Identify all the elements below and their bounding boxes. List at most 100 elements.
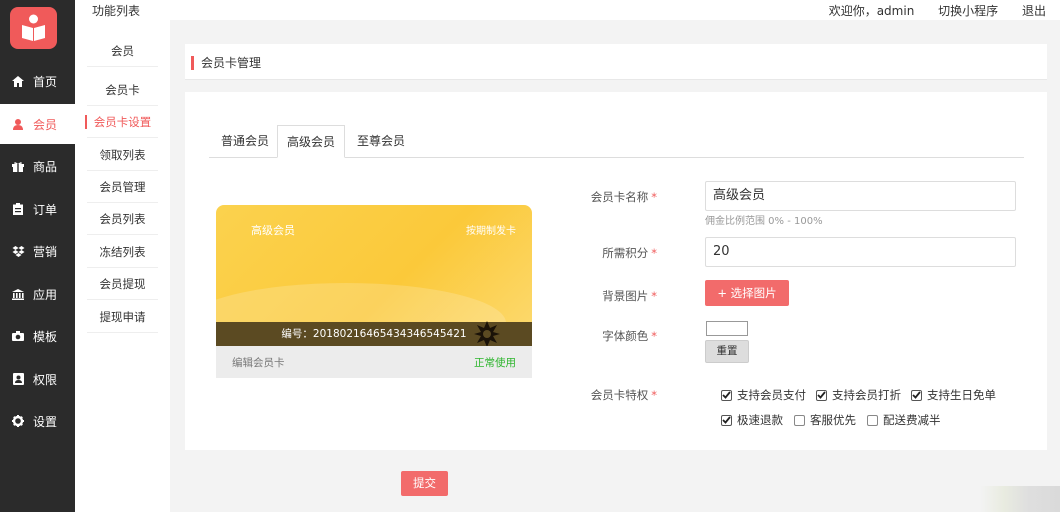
- top-bar: 功能列表 欢迎你，admin 切换小程序 退出: [75, 0, 1060, 20]
- choose-image-button[interactable]: + 选择图片: [705, 280, 789, 306]
- member-level-tabs: 普通会员 高级会员 至尊会员: [209, 125, 1024, 158]
- choose-image-button-label: 选择图片: [730, 286, 777, 300]
- nav-item-label: 应用: [33, 287, 58, 302]
- camera-icon: [11, 329, 25, 343]
- app-logo[interactable]: [10, 7, 57, 49]
- nav-item-label: 会员: [33, 117, 58, 132]
- nav-item-home[interactable]: 首页: [0, 61, 75, 101]
- card-number-band: 编号：20180216465434346545421: [216, 321, 532, 347]
- book-icon: [22, 14, 45, 41]
- privilege-label: 配送费减半: [883, 413, 941, 427]
- id-card-icon: [11, 372, 25, 386]
- privilege-service-priority-checkbox[interactable]: 客服优先: [794, 412, 856, 428]
- privilege-birthday-free-checkbox[interactable]: 支持生日免单: [911, 387, 996, 403]
- commission-hint: 佣金比例范围 0% - 100%: [705, 216, 823, 227]
- reset-color-button[interactable]: 重置: [705, 340, 749, 363]
- bank-icon: [11, 287, 25, 301]
- points-input[interactable]: 20: [705, 237, 1016, 267]
- font-color-label-text: 字体颜色: [602, 329, 649, 343]
- font-color-label: 字体颜色 *: [537, 328, 657, 344]
- top-bar-actions: 欢迎你，admin 切换小程序 退出: [829, 2, 1060, 19]
- emblem-icon: [474, 321, 500, 347]
- page-title: 会员卡管理: [201, 56, 262, 70]
- main-nav: 首页 会员 商品 订单 营销 应用 模板 权限 设置: [0, 0, 75, 512]
- sub-nav-item-member-manage[interactable]: 会员管理: [87, 171, 158, 203]
- nav-item-settings[interactable]: 设置: [0, 401, 75, 441]
- nav-item-goods[interactable]: 商品: [0, 146, 75, 186]
- card-status: 正常使用: [474, 357, 516, 369]
- checkbox-unchecked: [794, 414, 805, 426]
- switch-miniapp-link[interactable]: 切换小程序: [938, 4, 998, 18]
- sub-nav-item-withdraw[interactable]: 会员提现: [87, 268, 158, 300]
- checkbox-checked: [816, 389, 827, 401]
- checkbox-checked: [911, 389, 922, 401]
- nav-item-permissions[interactable]: 权限: [0, 359, 75, 399]
- panel-heading: 会员卡管理: [185, 44, 1047, 80]
- font-color-swatch[interactable]: [706, 321, 748, 336]
- points-label-text: 所需积分: [602, 246, 649, 260]
- privilege-member-discount-checkbox[interactable]: 支持会员打折: [816, 387, 901, 403]
- logout-link[interactable]: 退出: [1022, 4, 1046, 18]
- privilege-half-delivery-checkbox[interactable]: 配送费减半: [867, 412, 941, 428]
- card-number: 编号：20180216465434346545421: [281, 328, 467, 340]
- function-list-title: 功能列表: [92, 4, 141, 18]
- card-settings-panel: 普通会员 高级会员 至尊会员 高级会员 按期制发卡 编号：20180216465…: [185, 92, 1047, 450]
- tab-normal-member[interactable]: 普通会员: [209, 125, 281, 158]
- card-name-input[interactable]: 高级会员: [705, 181, 1016, 211]
- card-name-label: 会员卡名称 *: [537, 189, 657, 205]
- card-name-label-text: 会员卡名称: [590, 190, 649, 204]
- card-footer: 编辑会员卡 正常使用: [216, 346, 532, 378]
- privilege-member-pay-checkbox[interactable]: 支持会员支付: [721, 387, 806, 403]
- checkbox-checked: [721, 414, 732, 426]
- background-image-label-text: 背景图片: [602, 289, 649, 303]
- checkbox-unchecked: [867, 414, 878, 426]
- sub-nav-item-frozen-list[interactable]: 冻结列表: [87, 236, 158, 268]
- edit-card-link[interactable]: 编辑会员卡: [232, 355, 285, 370]
- sub-nav-item-card-settings[interactable]: 会员卡设置: [85, 106, 158, 138]
- card-type: 按期制发卡: [466, 226, 516, 237]
- required-mark: *: [651, 190, 657, 204]
- welcome-text: 欢迎你，admin: [828, 4, 915, 18]
- nav-item-apps[interactable]: 应用: [0, 274, 75, 314]
- nav-item-template[interactable]: 模板: [0, 316, 75, 356]
- privilege-label: 客服优先: [810, 413, 856, 427]
- sub-nav: 会员 会员卡 会员卡设置 领取列表 会员管理 会员列表 冻结列表 会员提现 提现…: [75, 20, 170, 512]
- privilege-label: 极速退款: [737, 413, 783, 427]
- privilege-label: 支持会员支付: [737, 388, 806, 402]
- nav-item-label: 设置: [33, 414, 58, 429]
- background-image-label: 背景图片 *: [537, 288, 657, 304]
- nav-item-label: 营销: [33, 244, 58, 259]
- nav-item-member[interactable]: 会员: [0, 104, 75, 144]
- sub-nav-item-claim-list[interactable]: 领取列表: [87, 139, 158, 171]
- card-name: 高级会员: [251, 224, 295, 237]
- dropbox-icon: [11, 244, 25, 258]
- sub-nav-item-withdraw-apply[interactable]: 提现申请: [87, 301, 158, 333]
- nav-item-label: 订单: [33, 202, 58, 217]
- tab-supreme-member[interactable]: 至尊会员: [345, 125, 417, 158]
- nav-item-marketing[interactable]: 营销: [0, 231, 75, 271]
- nav-item-orders[interactable]: 订单: [0, 189, 75, 229]
- clipboard-icon: [11, 202, 25, 216]
- privileges-label: 会员卡特权 *: [537, 387, 657, 403]
- sub-nav-item-member-card[interactable]: 会员卡: [87, 74, 158, 106]
- required-mark: *: [651, 289, 657, 303]
- gear-icon: [11, 414, 25, 428]
- gift-icon: [11, 159, 25, 173]
- nav-item-label: 模板: [33, 329, 58, 344]
- nav-item-label: 权限: [33, 372, 58, 387]
- nav-item-label: 商品: [33, 159, 58, 174]
- checkbox-checked: [721, 389, 732, 401]
- tab-advanced-member[interactable]: 高级会员: [277, 125, 345, 158]
- privilege-label: 支持生日免单: [927, 388, 996, 402]
- user-icon: [11, 117, 25, 131]
- corner-artifact: [980, 486, 1060, 512]
- sub-nav-item-member-list[interactable]: 会员列表: [87, 203, 158, 235]
- sub-nav-section-title: 会员: [87, 35, 158, 67]
- privileges-label-text: 会员卡特权: [590, 388, 649, 402]
- points-label: 所需积分 *: [537, 245, 657, 261]
- privilege-fast-refund-checkbox[interactable]: 极速退款: [721, 412, 783, 428]
- member-card-preview: 高级会员 按期制发卡 编号：20180216465434346545421 编辑…: [216, 205, 532, 378]
- submit-button[interactable]: 提交: [401, 471, 448, 496]
- card-face: 高级会员 按期制发卡: [216, 205, 532, 363]
- privilege-label: 支持会员打折: [832, 388, 901, 402]
